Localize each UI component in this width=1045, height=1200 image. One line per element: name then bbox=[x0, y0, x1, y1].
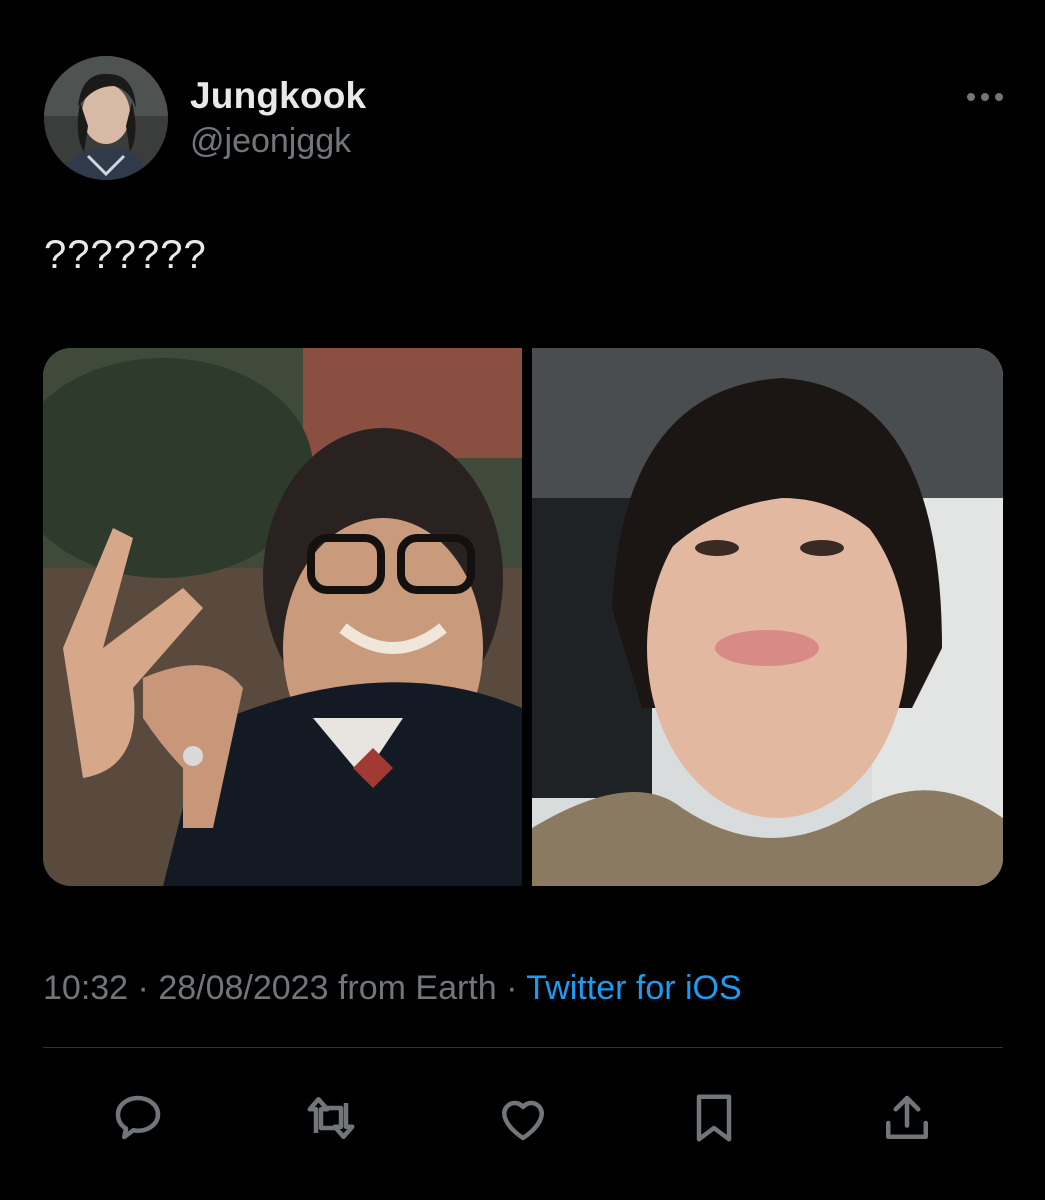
avatar[interactable] bbox=[44, 56, 168, 180]
reply-bubble-icon bbox=[108, 1088, 168, 1148]
share-upload-icon bbox=[877, 1088, 937, 1148]
action-bar bbox=[0, 1080, 1045, 1150]
tweet-location: from Earth bbox=[337, 969, 497, 1007]
media-grid bbox=[43, 348, 1003, 886]
retweet-button[interactable] bbox=[299, 1086, 363, 1150]
tweet-detail: Jungkook @jeonjggk ??????? 10:32 · 28/08… bbox=[0, 0, 1045, 1200]
tweet-date[interactable]: 28/08/2023 bbox=[158, 969, 328, 1007]
divider bbox=[43, 1047, 1003, 1048]
author-display-name[interactable]: Jungkook bbox=[190, 74, 366, 118]
more-horizontal-icon[interactable] bbox=[962, 84, 1008, 110]
author-info: Jungkook @jeonjggk bbox=[190, 74, 366, 162]
bookmark-button[interactable] bbox=[682, 1086, 746, 1150]
media-photo-2[interactable] bbox=[532, 348, 1003, 886]
share-button[interactable] bbox=[875, 1086, 939, 1150]
heart-icon bbox=[493, 1088, 553, 1148]
retweet-icon bbox=[301, 1088, 361, 1148]
media-photo-1[interactable] bbox=[43, 348, 522, 886]
tweet-metadata: 10:32 · 28/08/2023 from Earth · Twitter … bbox=[43, 966, 742, 1010]
tweet-time[interactable]: 10:32 bbox=[43, 969, 128, 1007]
tweet-text: ??????? bbox=[44, 233, 207, 277]
bookmark-icon bbox=[684, 1088, 744, 1148]
author-handle[interactable]: @jeonjggk bbox=[190, 120, 366, 162]
tweet-source-link[interactable]: Twitter for iOS bbox=[526, 969, 741, 1007]
reply-button[interactable] bbox=[106, 1086, 170, 1150]
like-button[interactable] bbox=[491, 1086, 555, 1150]
meta-separator: · bbox=[137, 969, 149, 1007]
meta-separator: · bbox=[506, 969, 518, 1007]
